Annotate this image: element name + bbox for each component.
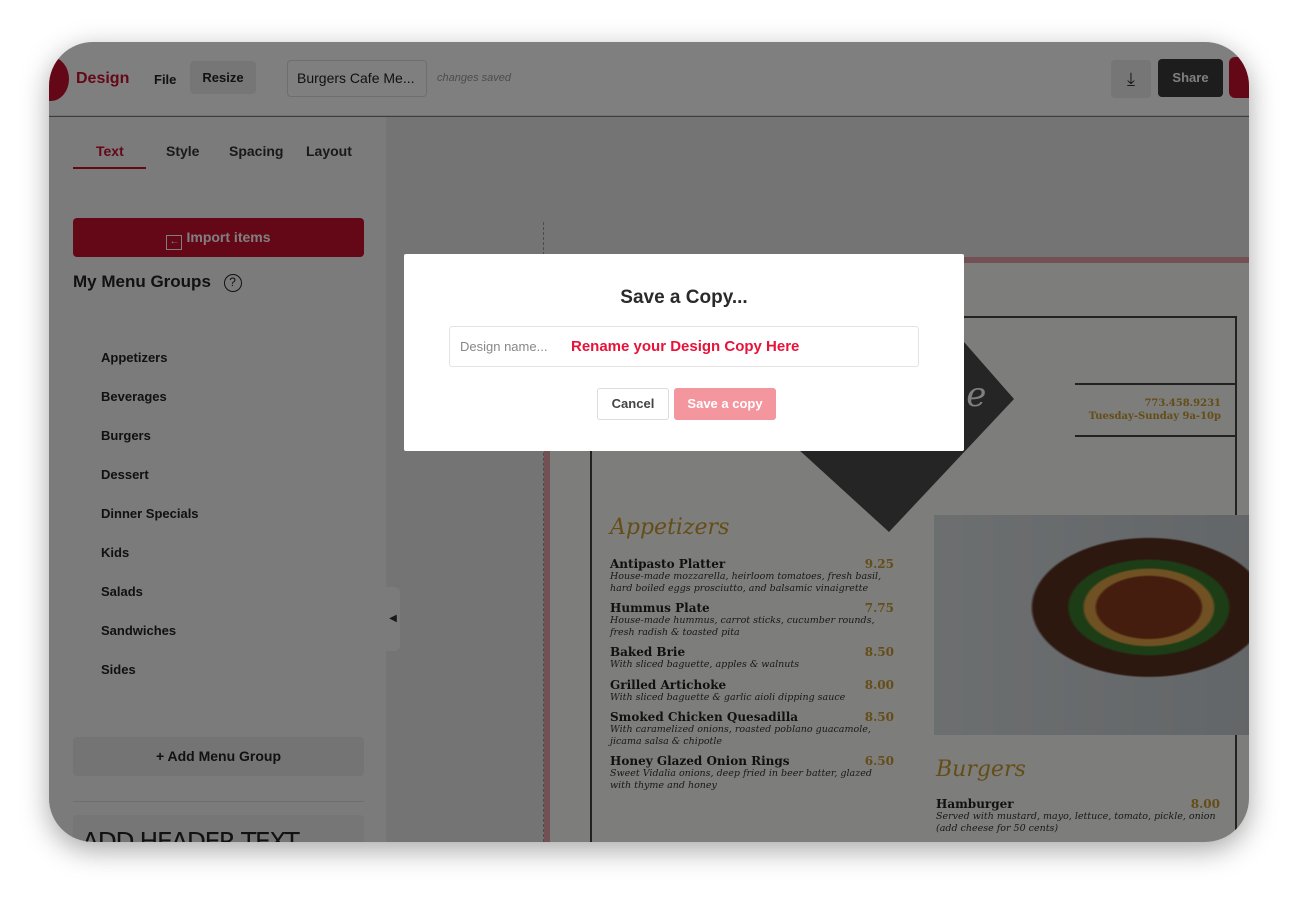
rename-hint: Rename your Design Copy Here — [571, 338, 800, 355]
app-window: Design File Resize Burgers Cafe Me... ch… — [49, 42, 1249, 842]
dialog-title: Save a Copy... — [620, 287, 748, 308]
cancel-button[interactable]: Cancel — [597, 388, 669, 420]
save-copy-button[interactable]: Save a copy — [674, 388, 776, 420]
design-name-input[interactable] — [460, 327, 565, 366]
design-name-field[interactable]: Rename your Design Copy Here — [449, 326, 919, 367]
save-copy-dialog: Save a Copy... Rename your Design Copy H… — [404, 254, 964, 451]
